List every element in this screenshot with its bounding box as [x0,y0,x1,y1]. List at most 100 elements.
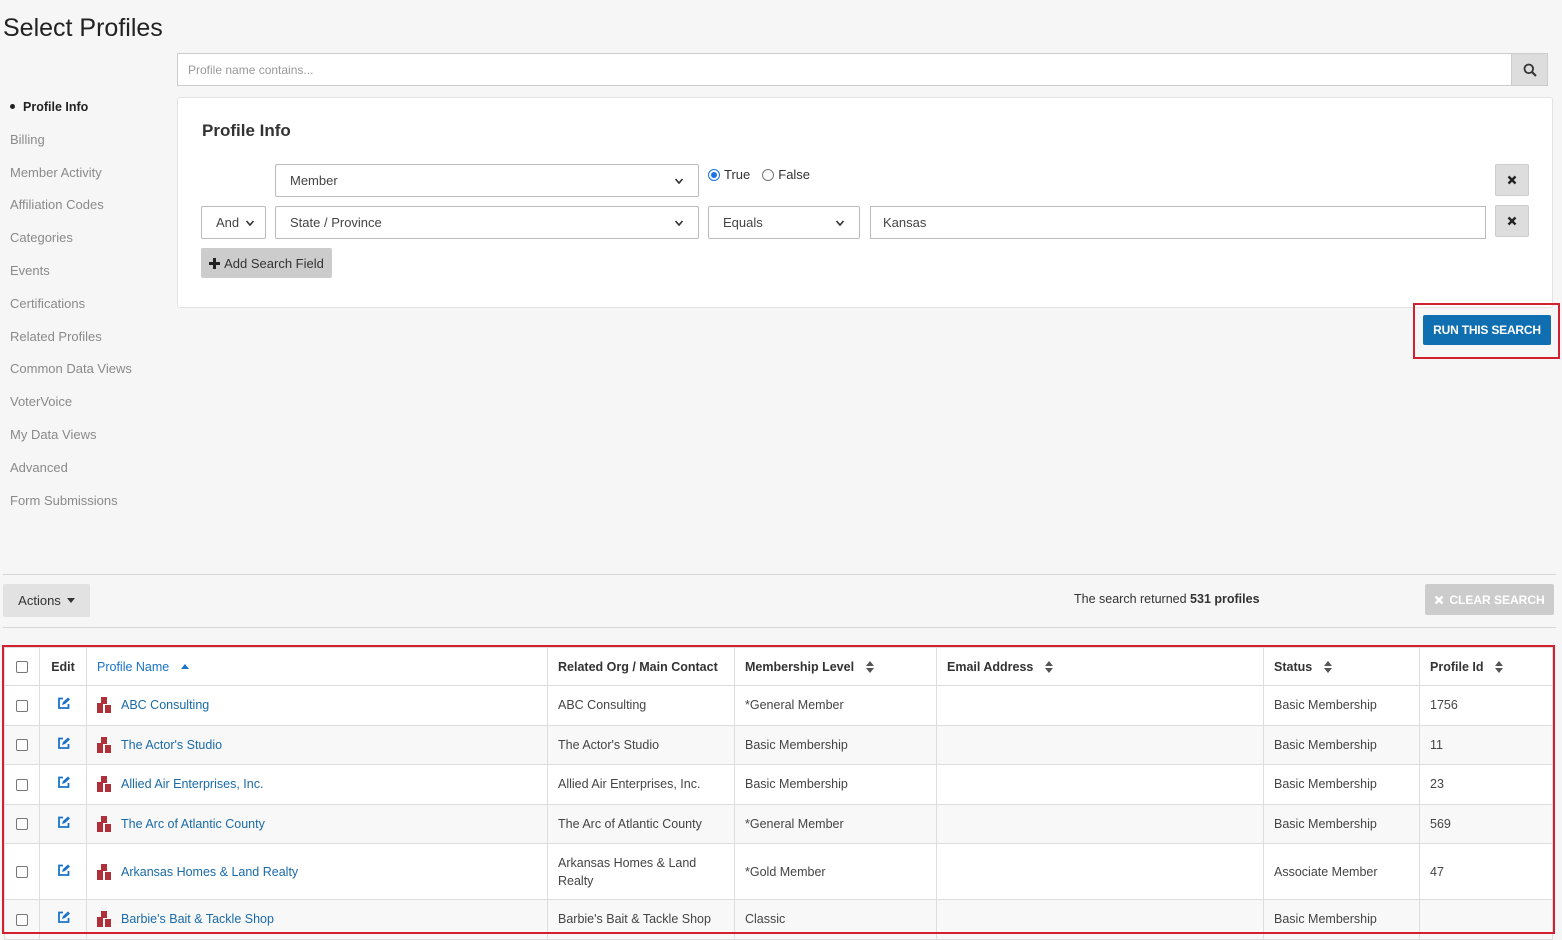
edit-icon[interactable] [57,864,70,877]
remove-field-button[interactable] [1495,164,1529,196]
sidebar-item-common-data-views[interactable]: Common Data Views [10,360,170,393]
row-checkbox[interactable] [16,739,28,752]
select-all-checkbox[interactable] [16,661,28,674]
row-checkbox[interactable] [16,866,28,879]
profile-id-cell: 11 [1419,724,1553,765]
search-button[interactable] [1512,53,1548,86]
profile-name-link[interactable]: The Actor's Studio [121,738,222,752]
membership-level-cell: *General Member [734,803,937,844]
profile-name-link[interactable]: Barbie's Bait & Tackle Shop [121,912,274,926]
membership-level-cell: *General Member [734,685,937,726]
related-org-cell: The Arc of Atlantic County [547,803,735,844]
divider [3,627,1556,628]
profile-info-panel: Profile Info Member True False And State… [177,97,1553,308]
row-checkbox[interactable] [16,778,28,791]
bullet-icon [10,104,15,109]
status-cell: Basic Membership [1263,724,1420,765]
edit-icon[interactable] [57,776,70,789]
sidebar-item-related-profiles[interactable]: Related Profiles [10,328,170,361]
sidebar-item-events[interactable]: Events [10,262,170,295]
profile-search-bar [177,53,1548,86]
profiles-table: Edit Profile Name Related Org / Main Con… [4,647,1553,940]
clear-search-button[interactable]: CLEAR SEARCH [1425,584,1554,615]
edit-icon[interactable] [57,737,70,750]
edit-icon[interactable] [57,816,70,829]
radio-false[interactable] [762,168,775,181]
status-cell: Associate Member [1263,843,1420,900]
organization-profile-icon [97,697,111,714]
sidebar: Profile Info Billing Member Activity Aff… [10,98,170,524]
sidebar-item-advanced[interactable]: Advanced [10,459,170,492]
add-search-field-button[interactable]: Add Search Field [201,248,332,278]
table-row: ABC Consulting ABC Consulting *General M… [4,685,1553,726]
profile-name-column-header[interactable]: Profile Name [86,647,548,686]
sidebar-item-certifications[interactable]: Certifications [10,295,170,328]
table-row: Arkansas Homes & Land Realty Arkansas Ho… [4,843,1553,900]
row-checkbox[interactable] [16,818,28,831]
run-this-search-button[interactable]: RUN THIS SEARCH [1423,315,1551,345]
sidebar-item-billing[interactable]: Billing [10,131,170,164]
sidebar-item-profile-info[interactable]: Profile Info [10,98,170,131]
status-cell: Basic Membership [1263,899,1420,940]
related-org-cell: Barbie's Bait & Tackle Shop [547,899,735,940]
membership-level-cell: Basic Membership [734,724,937,765]
profile-name-link[interactable]: Arkansas Homes & Land Realty [121,865,298,879]
profile-id-column-header[interactable]: Profile Id [1419,647,1553,686]
sidebar-item-categories[interactable]: Categories [10,229,170,262]
status-column-header[interactable]: Status [1263,647,1420,686]
radio-true-label: True [724,167,751,182]
email-cell [936,724,1264,765]
sort-icon [1494,661,1503,674]
email-cell [936,843,1264,900]
radio-false-label: False [778,167,811,182]
profile-name-search-input[interactable] [177,53,1512,86]
radio-true[interactable] [708,168,720,181]
email-cell [936,685,1264,726]
sort-icon [1044,661,1053,674]
edit-icon[interactable] [57,911,70,924]
sidebar-item-votervoice[interactable]: VoterVoice [10,393,170,426]
sidebar-item-affiliation-codes[interactable]: Affiliation Codes [10,196,170,229]
panel-title: Profile Info [202,121,291,140]
row-checkbox[interactable] [16,699,28,712]
email-column-header[interactable]: Email Address [936,647,1264,686]
field-select-member[interactable]: Member [275,164,699,197]
profile-id-cell: 569 [1419,803,1553,844]
chevron-down-icon [245,219,255,226]
edit-column-header: Edit [39,647,87,686]
caret-down-icon [66,598,75,603]
remove-field-button[interactable] [1495,205,1529,237]
organization-profile-icon [97,863,111,880]
operator-select[interactable]: Equals [708,206,860,239]
sidebar-item-my-data-views[interactable]: My Data Views [10,426,170,459]
table-row: The Actor's Studio The Actor's Studio Ba… [4,724,1553,765]
membership-level-cell: Basic Membership [734,764,937,805]
edit-icon[interactable] [57,697,70,710]
value-input[interactable]: Kansas [870,206,1486,239]
actions-dropdown-button[interactable]: Actions [3,584,90,617]
field-select-state[interactable]: State / Province [275,206,699,239]
conjunction-select[interactable]: And [201,206,266,239]
related-org-cell: Arkansas Homes & Land Realty [547,843,735,900]
sidebar-item-form-submissions[interactable]: Form Submissions [10,492,170,525]
organization-profile-icon [97,815,111,832]
table-row: Barbie's Bait & Tackle Shop Barbie's Bai… [4,899,1553,940]
page-title: Select Profiles [3,14,163,42]
membership-level-cell: *Gold Member [734,843,937,900]
related-org-cell: Allied Air Enterprises, Inc. [547,764,735,805]
profile-name-link[interactable]: Allied Air Enterprises, Inc. [121,777,263,791]
organization-profile-icon [97,736,111,753]
sidebar-item-member-activity[interactable]: Member Activity [10,164,170,197]
membership-level-cell: Classic [734,899,937,940]
close-icon [1434,595,1444,604]
profile-name-link[interactable]: The Arc of Atlantic County [121,817,265,831]
membership-level-column-header[interactable]: Membership Level [734,647,937,686]
profile-name-link[interactable]: ABC Consulting [121,698,209,712]
status-cell: Basic Membership [1263,685,1420,726]
row-checkbox[interactable] [16,913,28,926]
organization-profile-icon [97,911,111,928]
divider [3,574,1556,575]
status-cell: Basic Membership [1263,764,1420,805]
profile-id-cell: 1756 [1419,685,1553,726]
related-org-cell: ABC Consulting [547,685,735,726]
